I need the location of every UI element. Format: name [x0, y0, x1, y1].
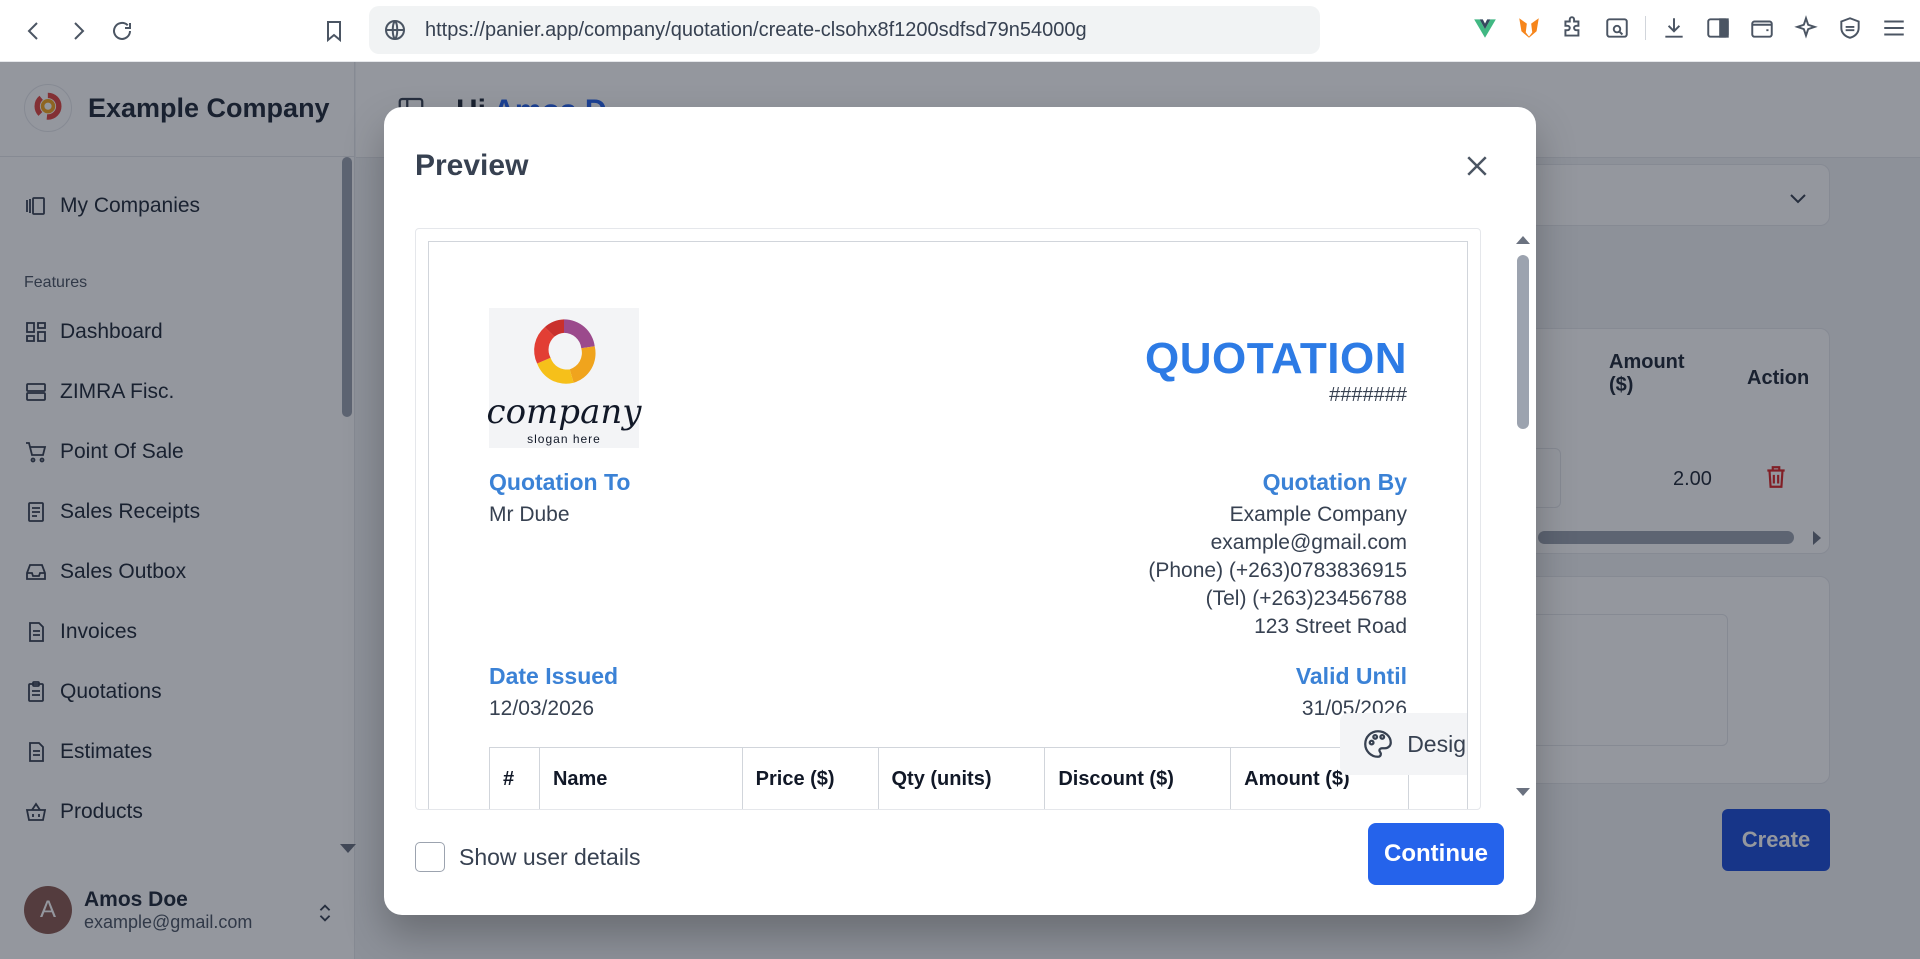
- modal-title: Preview: [415, 149, 529, 182]
- column-header-name: Name: [538, 747, 743, 809]
- column-header-qty: Qty (units): [877, 747, 1046, 809]
- chevron-right-icon: [74, 22, 85, 40]
- document-number: #######: [1329, 384, 1407, 406]
- date-issued-value: 12/03/2026: [489, 697, 595, 720]
- by-email: example@gmail.com: [1210, 531, 1407, 554]
- quotation-to-name: Mr Dube: [489, 503, 570, 526]
- column-header-discount: Discount ($): [1044, 747, 1232, 809]
- scroll-down-arrow-icon[interactable]: [1516, 788, 1530, 796]
- scroll-up-arrow-icon[interactable]: [1516, 236, 1530, 244]
- design-button-label: Design: [1407, 730, 1467, 757]
- ai-sparkle-icon[interactable]: [1790, 12, 1822, 44]
- url-text: https://panier.app/company/quotation/cre…: [425, 18, 1087, 41]
- back-button[interactable]: [12, 9, 56, 53]
- valid-until-label: Valid Until: [1295, 663, 1407, 689]
- toolbar-separator: [1645, 16, 1646, 40]
- logo-wordmark: company: [486, 392, 642, 432]
- by-phone: (Phone) (+263)0783836915: [1148, 559, 1407, 582]
- logo-slogan: slogan here: [527, 432, 601, 446]
- extension-toolbar: [1469, 12, 1910, 44]
- quotation-to-label: Quotation To: [489, 469, 631, 495]
- column-header-index: #: [489, 747, 540, 809]
- chevron-left-icon: [27, 22, 38, 40]
- tab-search-icon[interactable]: [1601, 12, 1633, 44]
- bookmark-button[interactable]: [312, 9, 356, 53]
- show-user-details-checkbox[interactable]: [415, 842, 445, 872]
- continue-button[interactable]: Continue: [1368, 823, 1504, 885]
- column-header-price: Price ($): [741, 747, 879, 809]
- palette-icon: [1364, 730, 1393, 758]
- reload-icon: [113, 21, 131, 40]
- browser-toolbar: https://panier.app/company/quotation/cre…: [0, 0, 1920, 62]
- quotation-by-details: Example Company example@gmail.com (Phone…: [1148, 501, 1407, 641]
- reload-button[interactable]: [100, 9, 144, 53]
- extensions-puzzle-icon[interactable]: [1557, 12, 1589, 44]
- menu-icon[interactable]: [1878, 12, 1910, 44]
- document-title: QUOTATION: [1145, 334, 1407, 383]
- table-header-row: # Name Price ($) Qty (units) Discount ($…: [489, 747, 1409, 809]
- quotation-by-label: Quotation By: [1262, 469, 1407, 495]
- by-tel: (Tel) (+263)23456788: [1205, 587, 1407, 610]
- address-bar[interactable]: https://panier.app/company/quotation/cre…: [369, 6, 1320, 54]
- preview-scrollbar[interactable]: [1517, 255, 1529, 429]
- date-issued-label: Date Issued: [489, 663, 619, 689]
- forward-button[interactable]: [56, 9, 100, 53]
- wallet-icon[interactable]: [1746, 12, 1778, 44]
- close-icon[interactable]: [1462, 151, 1492, 181]
- metamask-extension-icon[interactable]: [1513, 12, 1545, 44]
- site-info-icon[interactable]: [383, 18, 407, 42]
- company-logo: company slogan here: [486, 308, 642, 448]
- vpn-shield-icon[interactable]: [1834, 12, 1866, 44]
- show-user-details-label: Show user details: [459, 843, 641, 870]
- vue-extension-icon[interactable]: [1469, 12, 1501, 44]
- quotation-document: company slogan here QUOTATION ####### Qu…: [428, 241, 1468, 809]
- line-items-table: # Name Price ($) Qty (units) Discount ($…: [489, 747, 1409, 809]
- show-user-details-option[interactable]: Show user details: [415, 842, 641, 872]
- bookmark-icon: [327, 21, 341, 43]
- downloads-icon[interactable]: [1658, 12, 1690, 44]
- design-button[interactable]: Design: [1340, 713, 1467, 775]
- logo-swirl-icon: [534, 319, 596, 384]
- by-company: Example Company: [1229, 503, 1407, 526]
- sidebar-toggle-icon[interactable]: [1702, 12, 1734, 44]
- by-address: 123 Street Road: [1254, 615, 1407, 638]
- document-preview-frame[interactable]: company slogan here QUOTATION ####### Qu…: [415, 228, 1481, 810]
- preview-modal: Preview company slogan here QUOTATION ##…: [384, 107, 1536, 915]
